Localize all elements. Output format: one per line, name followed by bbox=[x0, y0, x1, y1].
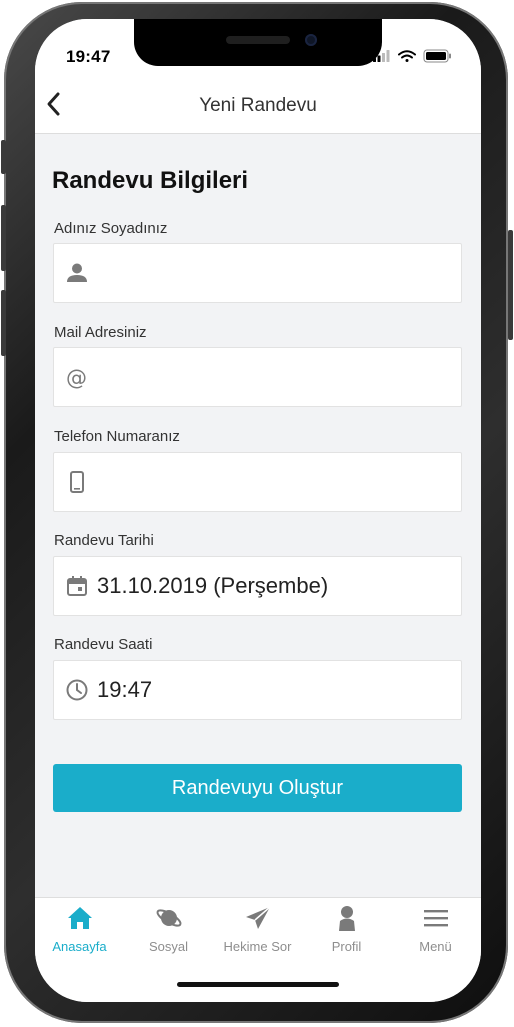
phone-input[interactable] bbox=[53, 452, 462, 512]
tab-social-label: Sosyal bbox=[148, 939, 189, 954]
tab-home[interactable]: Anasayfa bbox=[35, 898, 124, 958]
time-picker[interactable]: 19:47 bbox=[53, 660, 462, 720]
date-picker[interactable]: 31.10.2019 (Perşembe) bbox=[53, 556, 462, 616]
menu-icon bbox=[424, 910, 448, 927]
calendar-icon bbox=[67, 576, 87, 596]
clock-icon bbox=[66, 679, 88, 701]
home-indicator bbox=[177, 982, 339, 987]
screen: 19:47 Yeni Randevu Randevu Bilgileri Adı… bbox=[35, 19, 481, 1002]
tab-social[interactable]: Sosyal bbox=[124, 898, 213, 958]
battery-icon bbox=[423, 49, 451, 63]
email-label: Mail Adresiniz bbox=[54, 324, 147, 341]
date-value: 31.10.2019 (Perşembe) bbox=[97, 573, 329, 598]
email-input[interactable]: @ bbox=[53, 347, 462, 407]
paper-plane-icon bbox=[246, 906, 271, 929]
page-title: Yeni Randevu bbox=[199, 95, 317, 116]
tab-profile[interactable]: Profil bbox=[302, 898, 391, 958]
speaker-grille bbox=[226, 36, 290, 44]
wifi-icon bbox=[398, 50, 416, 62]
time-label: Randevu Saati bbox=[54, 636, 153, 653]
mute-switch bbox=[1, 140, 6, 174]
status-icons bbox=[373, 49, 461, 63]
user-icon bbox=[339, 906, 355, 931]
navigation-bar: Yeni Randevu bbox=[35, 75, 481, 134]
tab-menu-label: Menü bbox=[419, 939, 452, 954]
volume-up-button bbox=[1, 205, 6, 271]
planet-icon bbox=[156, 909, 182, 927]
section-title: Randevu Bilgileri bbox=[52, 167, 249, 194]
create-appointment-button[interactable]: Randevuyu Oluştur bbox=[53, 764, 462, 812]
tab-ask-doctor-label: Hekime Sor bbox=[223, 939, 292, 954]
tab-menu[interactable]: Menü bbox=[391, 898, 480, 958]
svg-text:@: @ bbox=[66, 366, 87, 390]
front-camera bbox=[305, 34, 317, 46]
status-time: 19:47 bbox=[66, 47, 111, 66]
phone-icon bbox=[70, 471, 84, 493]
name-label: Adınız Soyadınız bbox=[54, 220, 168, 237]
volume-down-button bbox=[1, 290, 6, 356]
person-icon bbox=[67, 263, 87, 282]
tab-ask-doctor[interactable]: Hekime Sor bbox=[213, 898, 302, 958]
notch bbox=[134, 19, 382, 66]
power-button bbox=[508, 230, 513, 340]
time-value: 19:47 bbox=[97, 677, 153, 702]
home-icon bbox=[68, 907, 92, 929]
date-label: Randevu Tarihi bbox=[54, 532, 154, 549]
at-icon: @ bbox=[66, 366, 87, 390]
tab-home-label: Anasayfa bbox=[52, 939, 107, 954]
tab-profile-label: Profil bbox=[331, 939, 362, 954]
phone-label: Telefon Numaranız bbox=[54, 428, 180, 445]
name-input[interactable] bbox=[53, 243, 462, 303]
